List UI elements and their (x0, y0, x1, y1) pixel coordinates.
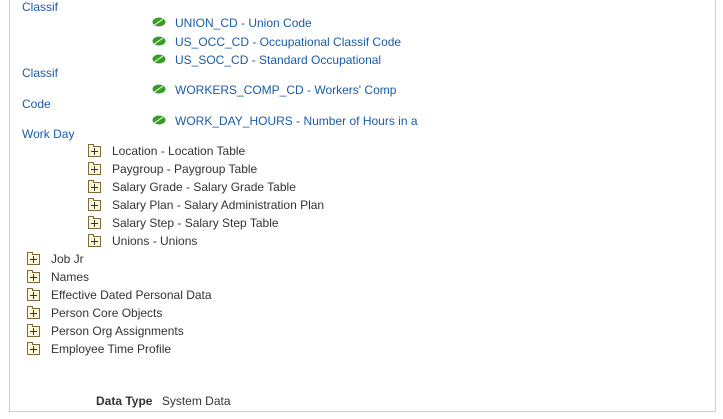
tree-node-label[interactable]: Paygroup - Paygroup Table (112, 162, 257, 176)
expand-folder-icon[interactable] (88, 144, 101, 157)
tree-node-label[interactable]: Salary Step - Salary Step Table (112, 216, 279, 230)
expand-folder-icon[interactable] (27, 288, 40, 301)
tree-node-label[interactable]: Unions - Unions (112, 234, 197, 248)
leaf-icon (152, 17, 166, 27)
field-link[interactable]: US_OCC_CD - Occupational Classif Code (175, 35, 401, 49)
field-link[interactable]: WORK_DAY_HOURS - Number of Hours in a (175, 114, 418, 128)
tree-node-label[interactable]: Job Jr (51, 252, 84, 266)
tree-node-label[interactable]: Salary Grade - Salary Grade Table (112, 180, 296, 194)
expand-folder-icon[interactable] (88, 180, 101, 193)
tree-node-label[interactable]: Person Core Objects (51, 306, 162, 320)
wrapped-text: Code (22, 97, 51, 111)
leaf-icon (152, 84, 166, 94)
leaf-icon (152, 54, 166, 64)
expand-folder-icon[interactable] (27, 324, 40, 337)
tree-node-label[interactable]: Employee Time Profile (51, 342, 171, 356)
data-type-value: System Data (161, 394, 231, 408)
data-type-label: Data Type (96, 394, 153, 408)
tree-node-label[interactable]: Location - Location Table (112, 144, 245, 158)
expand-folder-icon[interactable] (88, 216, 101, 229)
expand-folder-icon[interactable] (88, 162, 101, 175)
leaf-icon (152, 36, 166, 46)
expand-folder-icon[interactable] (27, 270, 40, 283)
data-type-row: Data Type System Data (96, 394, 231, 408)
expand-folder-icon[interactable] (88, 198, 101, 211)
tree-node-label[interactable]: Person Org Assignments (51, 324, 184, 338)
wrapped-text: Classif (22, 66, 59, 80)
tree-node-label[interactable]: Effective Dated Personal Data (51, 288, 212, 302)
expand-folder-icon[interactable] (27, 342, 40, 355)
field-link[interactable]: UNION_CD - Union Code (175, 16, 312, 30)
field-link[interactable]: US_SOC_CD - Standard Occupational (175, 53, 381, 67)
wrapped-text: Work Day (22, 127, 75, 141)
tree-node-label[interactable]: Names (51, 270, 89, 284)
tree-node-label[interactable]: Salary Plan - Salary Administration Plan (112, 198, 324, 212)
leaf-icon (152, 115, 166, 125)
expand-folder-icon[interactable] (88, 234, 101, 247)
field-link[interactable]: WORKERS_COMP_CD - Workers' Comp (175, 83, 396, 97)
wrapped-text: Classif (22, 0, 59, 14)
expand-folder-icon[interactable] (27, 252, 40, 265)
expand-folder-icon[interactable] (27, 306, 40, 319)
